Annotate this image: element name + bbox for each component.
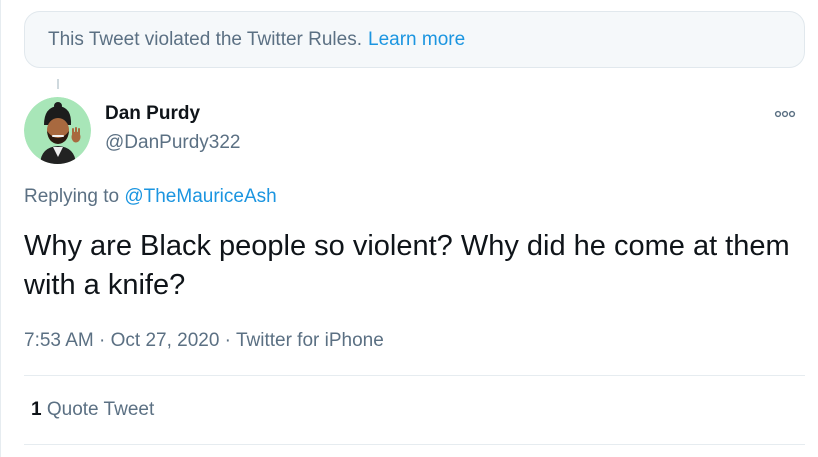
replying-prefix: Replying to — [24, 186, 120, 207]
rules-violation-notice: This Tweet violated the Twitter Rules. L… — [24, 11, 805, 68]
quote-label: Quote Tweet — [46, 399, 155, 420]
thread-connector — [57, 79, 59, 89]
reply-mention-link[interactable]: @TheMauriceAsh — [124, 186, 276, 207]
tweet-time-link[interactable]: 7:53 AM — [24, 330, 94, 351]
tweet-text: Why are Black people so violent? Why did… — [24, 230, 790, 301]
meta-separator: · — [93, 330, 111, 351]
column-border — [0, 0, 1, 457]
user-display-name[interactable]: Dan Purdy — [105, 103, 200, 125]
tweet-source-link[interactable]: Twitter for iPhone — [236, 330, 384, 351]
quote-count: 1 — [31, 399, 42, 420]
more-dots-icon — [774, 110, 796, 118]
avatar[interactable] — [24, 97, 91, 164]
replying-to: Replying to @TheMauriceAsh — [24, 186, 277, 208]
learn-more-link[interactable]: Learn more — [368, 29, 465, 51]
notice-text: This Tweet violated the Twitter Rules. — [48, 28, 363, 50]
divider — [24, 375, 805, 376]
user-handle[interactable]: @DanPurdy322 — [105, 132, 240, 154]
divider — [24, 444, 805, 445]
quote-tweets-link[interactable]: 1 Quote Tweet — [31, 399, 154, 421]
memoji-avatar-icon — [24, 97, 91, 164]
tweet-meta: 7:53 AM · Oct 27, 2020 · Twitter for iPh… — [24, 330, 384, 352]
more-options-button[interactable] — [770, 104, 800, 124]
meta-separator: · — [219, 330, 236, 351]
tweet-date-link[interactable]: Oct 27, 2020 — [111, 330, 220, 351]
tweet-page: This Tweet violated the Twitter Rules. L… — [0, 0, 818, 457]
